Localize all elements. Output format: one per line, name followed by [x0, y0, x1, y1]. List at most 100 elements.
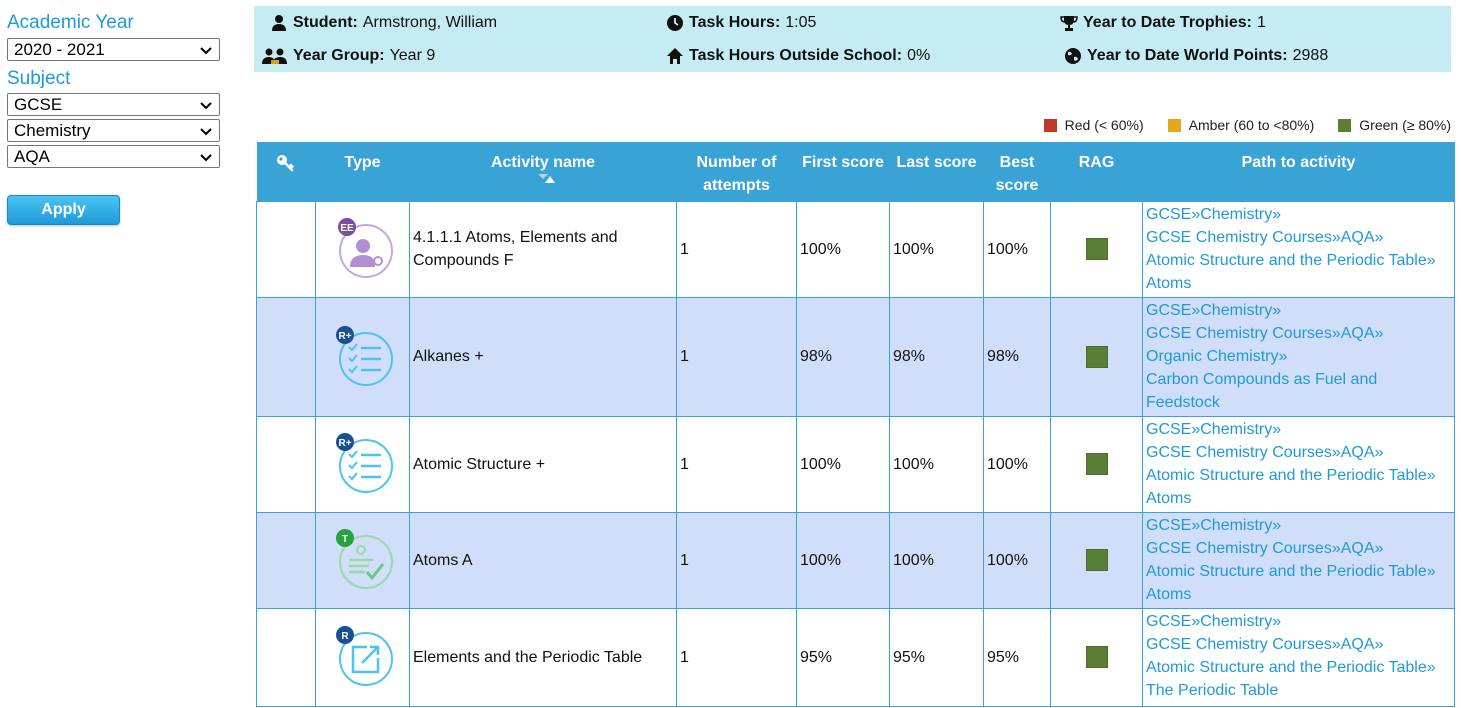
type-badge: T: [341, 534, 347, 545]
activity-name-cell[interactable]: Atomic Structure +: [409, 415, 677, 513]
key-column-header[interactable]: [256, 142, 316, 201]
test-check-icon[interactable]: T: [333, 528, 393, 592]
activity-name-cell[interactable]: Elements and the Periodic Table: [409, 607, 677, 707]
academic-year-label: Academic Year: [7, 12, 134, 33]
world-points-value: 2988: [1292, 47, 1329, 64]
path-link[interactable]: GCSE Chemistry Courses»AQA»: [1146, 441, 1451, 464]
legend-amber-label: Amber (60 to <80%): [1188, 117, 1315, 133]
legend-red: Red (< 60%): [1043, 117, 1144, 133]
legend-swatch: [1338, 118, 1352, 132]
path-link[interactable]: Atomic Structure and the Periodic Table»: [1146, 656, 1451, 679]
chevron-down-icon: [200, 47, 212, 55]
best-score-cell: 100%: [983, 415, 1051, 513]
exam-board-value: AQA: [14, 147, 50, 166]
activity-name-cell[interactable]: Alkanes +: [409, 296, 677, 417]
activity-name-column-header[interactable]: Activity name: [409, 142, 678, 201]
rag-cell: [1050, 415, 1143, 513]
checklist-icon[interactable]: R+: [333, 325, 393, 389]
globe-icon: [1065, 48, 1081, 64]
student-value: Armstrong, William: [362, 14, 498, 31]
path-link[interactable]: Carbon Compounds as Fuel and: [1146, 368, 1451, 391]
attempts-header-line2: attempts: [703, 177, 770, 194]
first-score-cell: 98%: [796, 296, 890, 417]
student-info-banner: Student: Armstrong, William Task Hours: …: [254, 6, 1451, 72]
first-score-cell: 100%: [796, 415, 890, 513]
qualification-select[interactable]: GCSE: [7, 93, 220, 116]
path-link[interactable]: GCSE Chemistry Courses»AQA»: [1146, 633, 1451, 656]
path-link[interactable]: GCSE Chemistry Courses»AQA»: [1146, 226, 1451, 249]
chevron-down-icon: [200, 102, 212, 110]
apply-button[interactable]: Apply: [7, 195, 120, 225]
filter-panel: Academic Year 2020 - 2021 Subject GCSE C…: [7, 12, 220, 225]
type-badge: R+: [338, 438, 351, 449]
type-badge: R+: [338, 331, 351, 342]
type-cell: R+: [315, 296, 410, 417]
path-link[interactable]: GCSE»Chemistry»: [1146, 514, 1451, 537]
academic-year-select[interactable]: 2020 - 2021: [7, 38, 220, 61]
rag-column-header[interactable]: RAG: [1050, 142, 1143, 201]
table-row: R Elements and the Periodic Table 1 95% …: [256, 607, 1455, 707]
year-group-value: Year 9: [389, 47, 436, 64]
rag-cell: [1050, 607, 1143, 707]
legend-green: Green (≥ 80%): [1338, 117, 1451, 133]
attempts-column-header[interactable]: Number of attempts: [676, 142, 797, 201]
subject-select[interactable]: Chemistry: [7, 119, 220, 142]
rag-cell: [1050, 511, 1143, 609]
subject-label: Subject: [7, 68, 71, 89]
path-link[interactable]: Atoms: [1146, 583, 1451, 606]
last-score-column-header[interactable]: Last score: [889, 142, 984, 201]
trophy-icon: [1060, 16, 1078, 31]
key-cell: [256, 607, 316, 707]
path-column-header[interactable]: Path to activity: [1142, 142, 1455, 201]
activity-name-cell[interactable]: Atoms A: [409, 511, 677, 609]
path-link[interactable]: GCSE Chemistry Courses»AQA»: [1146, 537, 1451, 560]
path-link[interactable]: Organic Chemistry»: [1146, 345, 1451, 368]
legend-swatch: [1043, 118, 1057, 132]
legend-swatch: [1167, 118, 1181, 132]
last-score-cell: 100%: [889, 200, 984, 298]
trophies-label: Year to Date Trophies:: [1083, 14, 1252, 31]
type-badge: EE: [340, 223, 354, 234]
trophies-value: 1: [1256, 14, 1266, 31]
legend-amber: Amber (60 to <80%): [1167, 117, 1315, 133]
best-score-cell: 95%: [983, 607, 1051, 707]
expert-user-icon[interactable]: EE: [333, 217, 393, 281]
rag-status-green: [1085, 453, 1108, 475]
outside-school-label: Task Hours Outside School:: [689, 47, 903, 64]
first-score-cell: 100%: [796, 200, 890, 298]
type-badge: R: [341, 631, 349, 642]
path-link[interactable]: Atomic Structure and the Periodic Table»: [1146, 464, 1451, 487]
type-column-header[interactable]: Type: [315, 142, 410, 201]
sort-ascending-icon[interactable]: [411, 172, 678, 184]
path-cell: GCSE»Chemistry» GCSE Chemistry Courses»A…: [1142, 296, 1455, 417]
legend-red-label: Red (< 60%): [1064, 117, 1144, 133]
checklist-icon[interactable]: R+: [333, 432, 393, 496]
trophies-info: Year to Date Trophies: 1: [1060, 14, 1266, 32]
path-link[interactable]: Atomic Structure and the Periodic Table»: [1146, 249, 1451, 272]
rag-status-green: [1085, 345, 1108, 368]
path-link[interactable]: Atomic Structure and the Periodic Table»: [1146, 560, 1451, 583]
path-link[interactable]: GCSE»Chemistry»: [1146, 418, 1451, 441]
path-link[interactable]: Atoms: [1146, 272, 1451, 295]
path-link[interactable]: GCSE Chemistry Courses»AQA»: [1146, 322, 1451, 345]
activity-name-cell[interactable]: 4.1.1.1 Atoms, Elements and Compounds F: [409, 200, 677, 298]
first-score-column-header[interactable]: First score: [796, 142, 890, 201]
world-points-label: Year to Date World Points:: [1087, 47, 1288, 64]
student-info: Student: Armstrong, William: [270, 14, 497, 32]
path-link[interactable]: The Periodic Table: [1146, 679, 1451, 702]
path-link[interactable]: GCSE»Chemistry»: [1146, 299, 1451, 322]
external-link-icon[interactable]: R: [333, 625, 393, 689]
path-link[interactable]: Feedstock: [1146, 391, 1451, 414]
outside-school-info: Task Hours Outside School: 0%: [666, 47, 930, 65]
exam-board-select[interactable]: AQA: [7, 145, 220, 168]
academic-year-value: 2020 - 2021: [14, 40, 105, 59]
task-hours-info: Task Hours: 1:05: [666, 14, 816, 32]
attempts-cell: 1: [676, 296, 797, 417]
path-link[interactable]: GCSE»Chemistry»: [1146, 610, 1451, 633]
path-link[interactable]: Atoms: [1146, 487, 1451, 510]
activity-name-header-label: Activity name: [490, 154, 596, 171]
path-link[interactable]: GCSE»Chemistry»: [1146, 203, 1451, 226]
rag-cell: [1050, 296, 1143, 417]
year-group-info: Year Group: Year 9: [262, 47, 435, 65]
best-score-column-header[interactable]: Best score: [983, 142, 1051, 201]
